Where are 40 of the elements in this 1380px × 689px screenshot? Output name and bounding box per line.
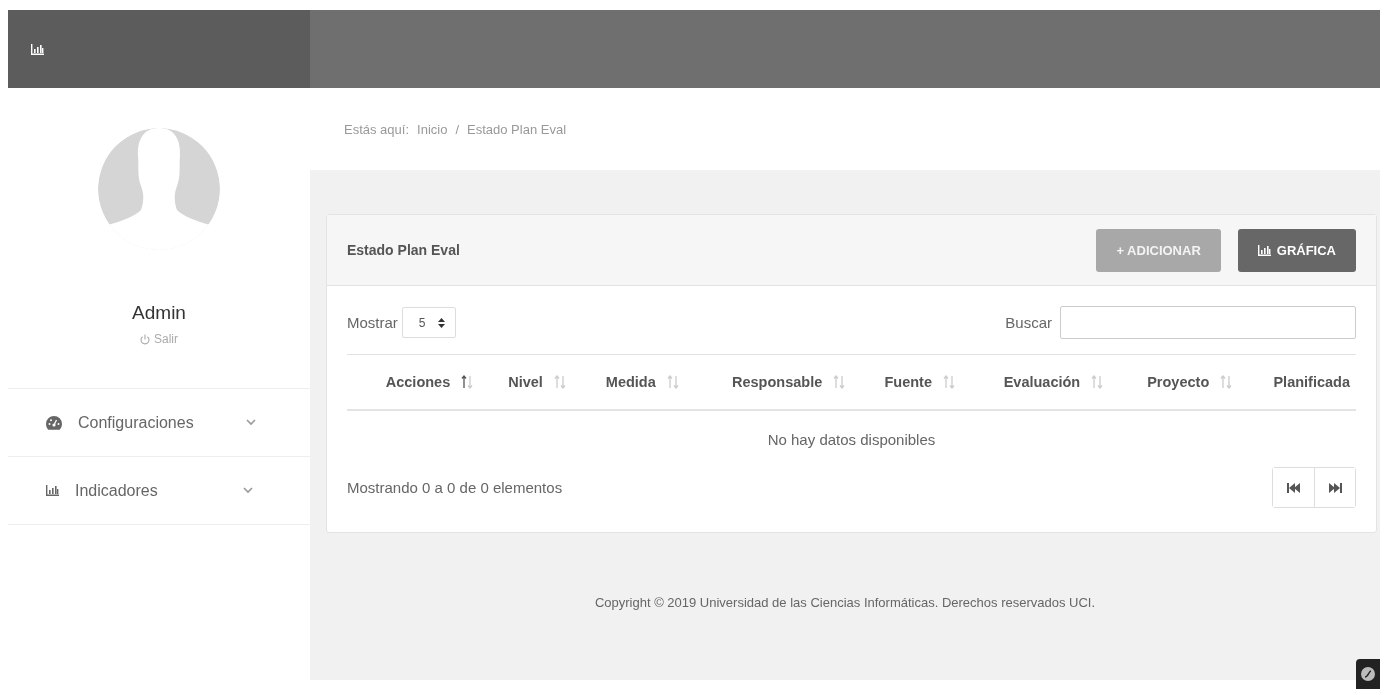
column-header[interactable]: Fuente xyxy=(884,374,932,390)
card-title: Estado Plan Eval xyxy=(347,242,461,258)
empty-message: No hay datos disponibles xyxy=(767,430,936,448)
column-header[interactable]: Responsable xyxy=(732,374,823,390)
chart-button[interactable]: GRÁFICA xyxy=(1237,228,1356,272)
updown-icon xyxy=(437,317,445,328)
breadcrumb-separator: / xyxy=(455,121,460,137)
bar-chart-icon xyxy=(46,485,59,496)
column-header[interactable]: Evaluación xyxy=(1003,374,1081,390)
copyright-text: Copyright © 2019 Universidad de las Ciencias Informáticas. Derechos reservados UCI. xyxy=(593,595,1097,610)
user-name: Admin xyxy=(132,302,186,324)
sort-icon xyxy=(553,375,566,389)
column-header[interactable]: Proyecto xyxy=(1147,374,1210,390)
sort-icon xyxy=(1220,375,1233,389)
sort-icon xyxy=(1091,375,1104,389)
sort-icon xyxy=(942,375,955,389)
bar-chart-icon xyxy=(31,43,44,55)
gauge-icon xyxy=(46,415,62,430)
last-page-button[interactable] xyxy=(1314,468,1355,507)
column-header[interactable]: Acciones xyxy=(385,374,451,390)
table-info: Mostrando 0 a 0 de 0 elementos xyxy=(347,479,563,496)
breadcrumb-current: Estado Plan Eval xyxy=(467,121,567,137)
sort-icon xyxy=(666,375,679,389)
search-field[interactable] xyxy=(1060,306,1356,339)
sort-icon xyxy=(461,375,474,389)
power-icon xyxy=(140,333,150,345)
column-header[interactable]: Medida xyxy=(605,374,656,390)
length-select[interactable]: 5 xyxy=(401,307,456,338)
breadcrumb-label: Estás aquí: xyxy=(344,121,410,137)
sort-icon xyxy=(833,375,846,389)
column-header[interactable]: Planificada xyxy=(1273,374,1350,390)
chevron-icon xyxy=(246,419,256,426)
search-label: Buscar xyxy=(1005,314,1052,331)
bar-chart-icon xyxy=(1257,244,1271,256)
column-header[interactable]: Nivel xyxy=(508,374,543,390)
chevron-icon xyxy=(243,487,253,494)
toolbar-toggle-icon[interactable] xyxy=(1356,659,1380,689)
skip-forward-icon xyxy=(1328,482,1342,493)
length-label: Mostrar xyxy=(347,314,398,331)
skip-back-icon xyxy=(1286,482,1301,493)
